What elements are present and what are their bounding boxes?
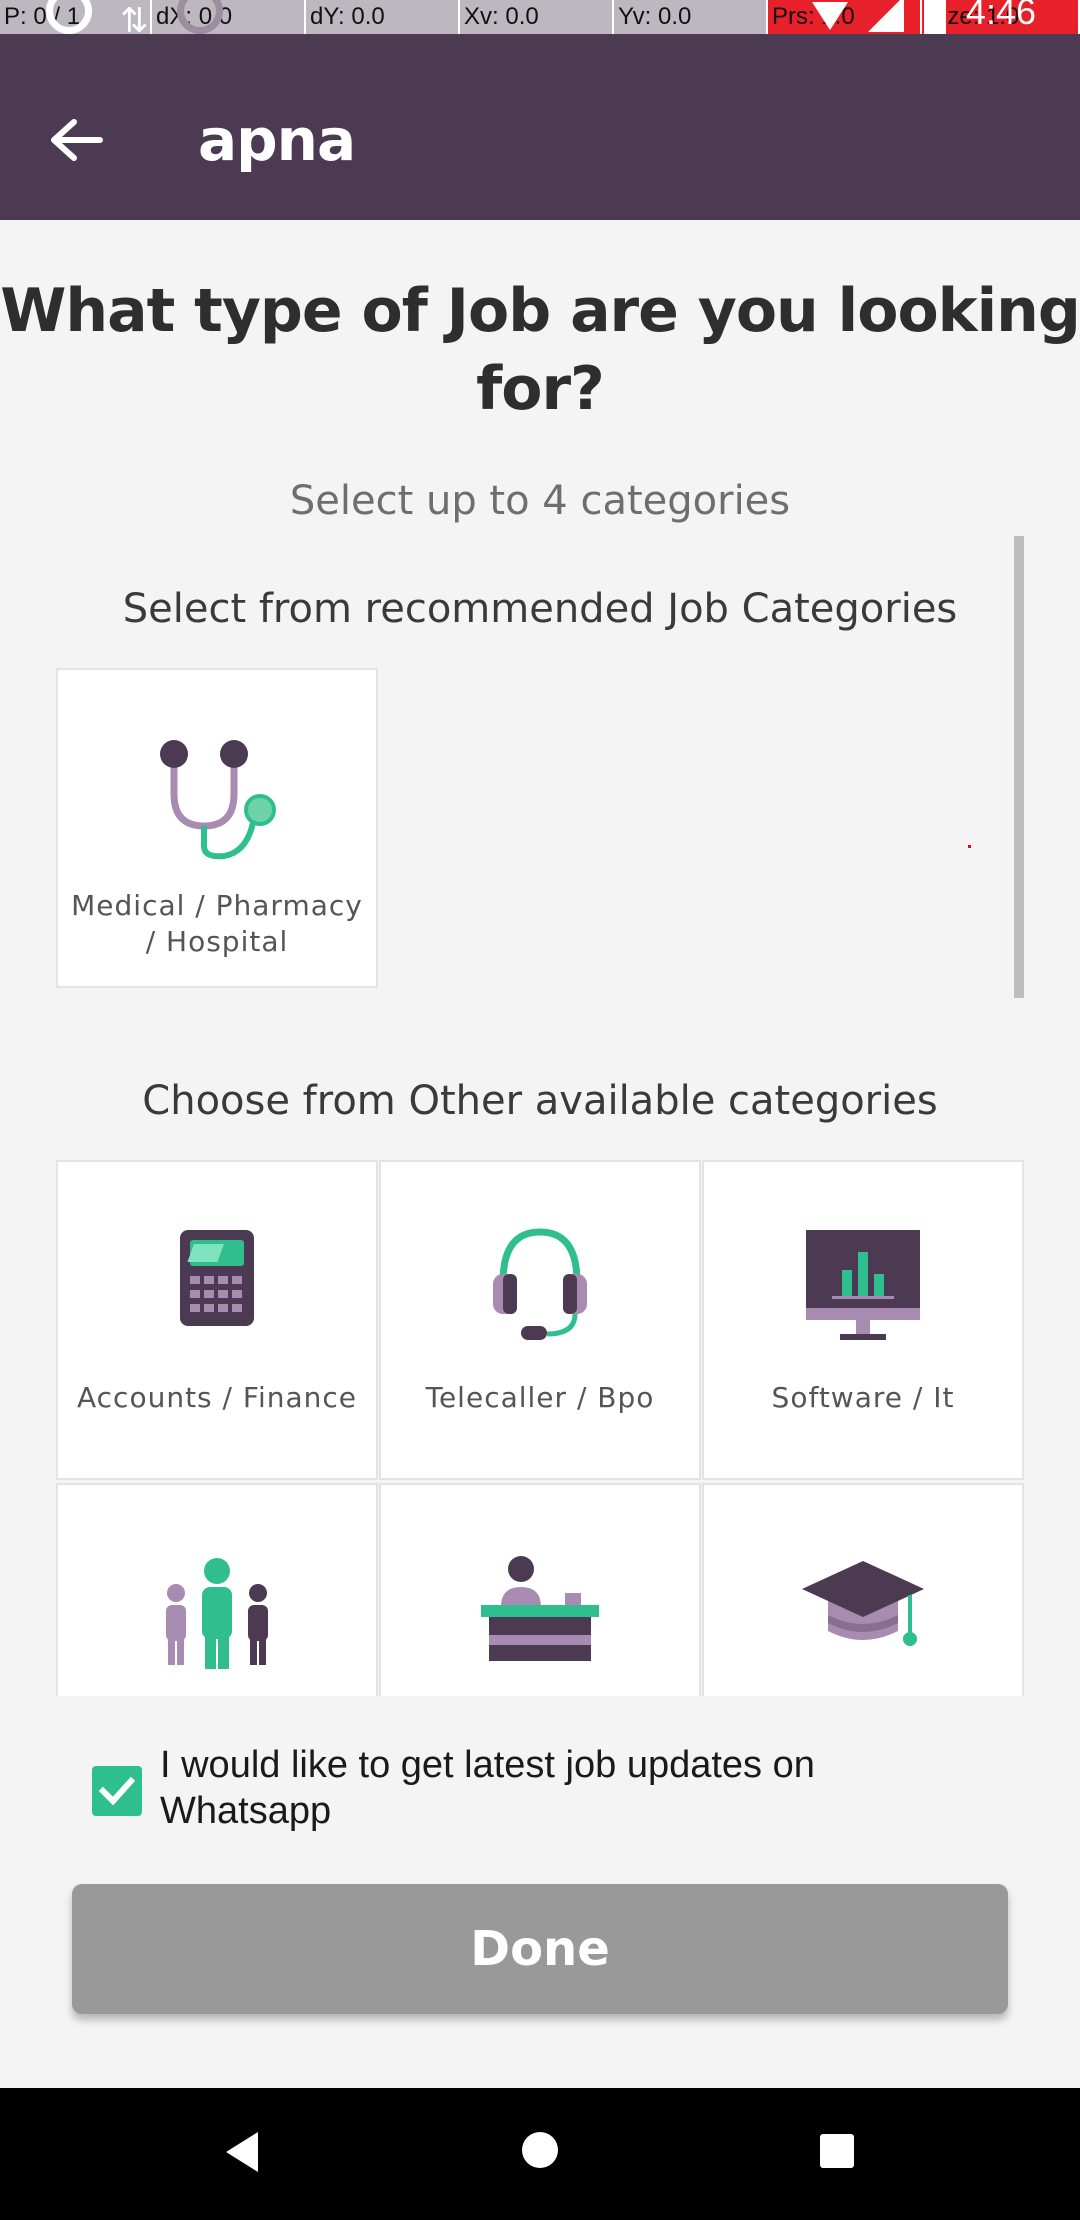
category-card-accounts[interactable]: Accounts / Finance bbox=[56, 1160, 378, 1480]
nav-recents-icon[interactable] bbox=[820, 2134, 854, 2168]
category-label: Medical / Pharmacy / Hospital bbox=[71, 889, 363, 958]
status-icons-left: ⇅ bbox=[46, 0, 223, 41]
app-title: apna bbox=[198, 106, 356, 174]
monitor-chart-icon bbox=[704, 1222, 1022, 1352]
blocked-icon bbox=[176, 0, 223, 34]
category-card-education[interactable] bbox=[702, 1483, 1024, 1696]
done-button[interactable]: Done bbox=[72, 1884, 1008, 2014]
wifi-icon bbox=[811, 2, 848, 30]
other-heading: Choose from Other available categories bbox=[142, 1078, 938, 1124]
navigation-bar bbox=[0, 2088, 1080, 2220]
back-arrow-icon[interactable] bbox=[48, 118, 104, 162]
debug-dy: dY: 0.0 bbox=[306, 0, 460, 34]
debug-yv: Yv: 0.0 bbox=[614, 0, 768, 34]
data-arrows-icon: ⇅ bbox=[120, 1, 149, 41]
category-card-people[interactable] bbox=[56, 1483, 378, 1696]
people-icon bbox=[58, 1545, 376, 1675]
recommended-heading: Select from recommended Job Categories bbox=[122, 586, 958, 632]
app-bar: apna bbox=[0, 36, 1080, 220]
sync-icon bbox=[46, 0, 92, 34]
graduation-cap-icon bbox=[704, 1545, 1022, 1675]
touch-dot bbox=[968, 845, 971, 848]
signal-icon bbox=[867, 0, 904, 32]
category-label: Software / It bbox=[771, 1381, 955, 1414]
whatsapp-checkbox[interactable] bbox=[92, 1766, 142, 1816]
category-card-telecaller[interactable]: Telecaller / Bpo bbox=[379, 1160, 701, 1480]
status-time: 4:46 bbox=[965, 0, 1036, 32]
page-subtitle: Select up to 4 categories bbox=[289, 478, 791, 524]
debug-xv: Xv: 0.0 bbox=[460, 0, 614, 34]
nav-back-icon[interactable] bbox=[226, 2132, 258, 2172]
page-title: What type of Job are you looking for? bbox=[0, 276, 1080, 424]
reception-desk-icon bbox=[381, 1545, 699, 1675]
check-icon bbox=[98, 1776, 136, 1806]
status-icons-right: 4:46 bbox=[811, 0, 1036, 36]
category-label: Accounts / Finance bbox=[77, 1381, 357, 1414]
categories-grid: Accounts / Finance Telecaller / Bpo Soft… bbox=[56, 1160, 1024, 1696]
stethoscope-icon bbox=[58, 734, 376, 864]
headset-icon bbox=[381, 1222, 699, 1352]
category-card-reception[interactable] bbox=[379, 1483, 701, 1696]
whatsapp-label[interactable]: I would like to get latest job updates o… bbox=[160, 1742, 920, 1834]
nav-home-icon[interactable] bbox=[522, 2132, 558, 2168]
battery-icon bbox=[923, 0, 946, 34]
category-card-medical[interactable]: Medical / Pharmacy / Hospital bbox=[56, 668, 378, 988]
scrollbar[interactable] bbox=[1014, 536, 1024, 998]
calculator-icon bbox=[58, 1222, 376, 1352]
category-label: Telecaller / Bpo bbox=[425, 1381, 655, 1414]
category-card-software[interactable]: Software / It bbox=[702, 1160, 1024, 1480]
